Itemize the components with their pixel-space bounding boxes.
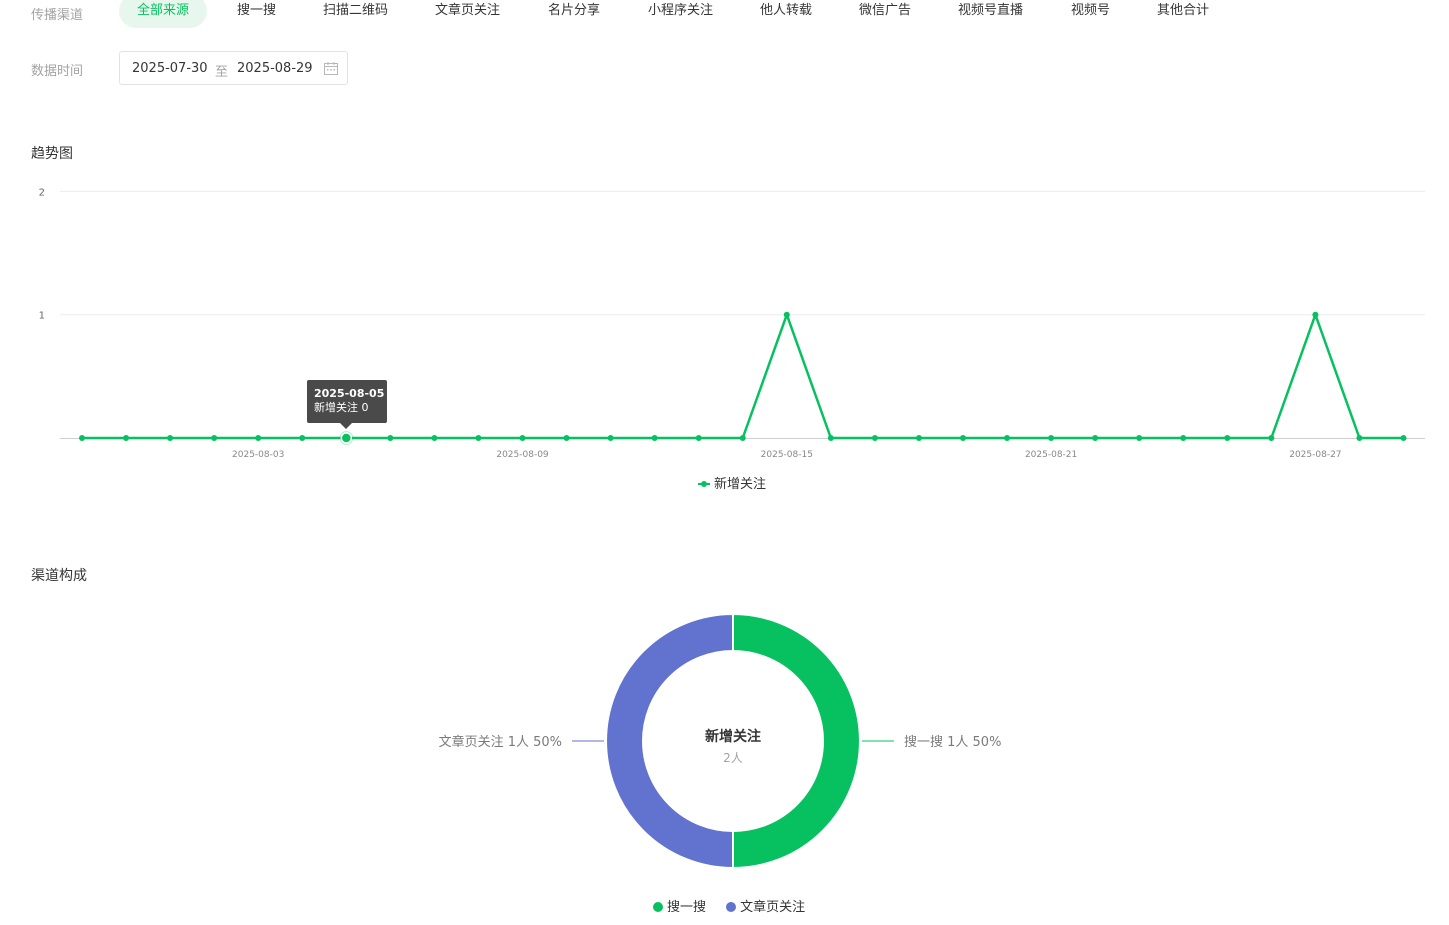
legend-item-article[interactable]: 文章页关注 <box>726 900 805 915</box>
composition-title: 渠道构成 <box>31 568 87 584</box>
data-point <box>123 435 130 441</box>
legend-label-search: 搜一搜 <box>667 900 707 915</box>
tab-miniprogram-follow[interactable]: 小程序关注 <box>648 0 713 28</box>
legend-dot-icon <box>653 902 663 912</box>
tab-search[interactable]: 搜一搜 <box>237 0 276 28</box>
data-point <box>739 435 746 441</box>
data-point <box>475 435 482 441</box>
tab-channels-live[interactable]: 视频号直播 <box>958 0 1023 28</box>
data-point <box>519 435 526 441</box>
data-point <box>1180 435 1187 441</box>
tab-other-total[interactable]: 其他合计 <box>1157 0 1209 28</box>
data-point <box>387 435 394 441</box>
data-point <box>79 435 85 441</box>
data-point <box>1268 435 1275 441</box>
x-tick-label: 2025-08-15 <box>761 450 813 460</box>
data-point <box>1312 311 1319 318</box>
data-point <box>1400 435 1407 441</box>
x-tick-label: 2025-08-21 <box>1025 450 1077 460</box>
data-point <box>783 311 790 318</box>
trend-line-chart[interactable]: 1 2 2025-08-03 2025-08-09 2025-08-15 2025-08-… <box>0 170 1449 500</box>
data-point <box>299 435 306 441</box>
data-point <box>871 435 878 441</box>
trend-title: 趋势图 <box>31 146 73 162</box>
data-point <box>211 435 218 441</box>
tab-qrcode[interactable]: 扫描二维码 <box>323 0 388 28</box>
data-point <box>695 435 702 441</box>
donut-center-value: 2人 <box>723 751 743 765</box>
data-point <box>167 435 174 441</box>
legend-label-article: 文章页关注 <box>740 900 806 915</box>
date-end[interactable]: 2025-08-29 <box>237 61 313 76</box>
series-line <box>82 313 1404 440</box>
data-point <box>563 435 570 441</box>
data-point <box>431 435 438 441</box>
channel-filter-label: 传播渠道 <box>31 8 84 23</box>
data-point <box>1224 435 1231 441</box>
date-range-picker[interactable]: 2025-07-30 至 2025-08-29 <box>119 51 348 85</box>
x-tick-label: 2025-08-03 <box>232 450 284 460</box>
data-point <box>340 432 353 444</box>
tab-channels[interactable]: 视频号 <box>1071 0 1110 28</box>
tooltip-value: 新增关注 0 <box>314 401 369 414</box>
data-point <box>960 435 966 441</box>
x-tick-label: 2025-08-27 <box>1289 450 1341 460</box>
data-point <box>607 435 614 441</box>
data-point <box>1136 435 1143 441</box>
slice-label: 搜一搜 1人 50% <box>904 735 1001 750</box>
data-point <box>255 435 262 441</box>
data-point <box>1092 435 1099 441</box>
date-start[interactable]: 2025-07-30 <box>132 61 208 76</box>
legend-dot-icon <box>726 902 737 912</box>
legend-label: 新增关注 <box>714 476 766 492</box>
tab-wechat-ads[interactable]: 微信广告 <box>859 0 911 28</box>
donut-center-title: 新增关注 <box>705 728 761 745</box>
date-filter-label: 数据时间 <box>31 64 84 79</box>
tab-card-share[interactable]: 名片分享 <box>548 0 600 28</box>
channel-filter-row: 传播渠道 全部来源 搜一搜 扫描二维码 文章页关注 名片分享 小程序关注 他人转… <box>0 0 1449 28</box>
tab-repost[interactable]: 他人转载 <box>760 0 812 28</box>
line-legend: 新增关注 <box>698 476 766 492</box>
legend-item-search[interactable]: 搜一搜 <box>653 900 706 915</box>
chart-tooltip: 2025-08-05 新增关注 0 <box>307 380 387 429</box>
calendar-icon[interactable] <box>324 62 338 75</box>
data-point <box>1048 435 1055 441</box>
tab-article-follow[interactable]: 文章页关注 <box>435 0 500 28</box>
data-point <box>1004 435 1011 441</box>
legend-dot-icon <box>701 481 707 487</box>
pie-legend: 搜一搜 文章页关注 <box>653 896 805 915</box>
y-tick-label: 1 <box>39 311 45 322</box>
data-point <box>1356 435 1363 441</box>
slice-label: 文章页关注 1人 50% <box>439 734 562 750</box>
data-point <box>827 435 834 441</box>
tab-all-sources[interactable]: 全部来源 <box>119 0 208 28</box>
y-tick-label: 2 <box>39 187 45 198</box>
tooltip-date: 2025-08-05 <box>314 387 385 400</box>
data-point <box>651 435 658 441</box>
date-separator: 至 <box>215 65 229 80</box>
x-tick-label: 2025-08-09 <box>496 450 549 460</box>
data-point <box>915 435 922 441</box>
channel-donut-chart[interactable]: 搜一搜 1人 50% 文章页关注 1人 50% 新增关注 2人 <box>400 595 1060 885</box>
